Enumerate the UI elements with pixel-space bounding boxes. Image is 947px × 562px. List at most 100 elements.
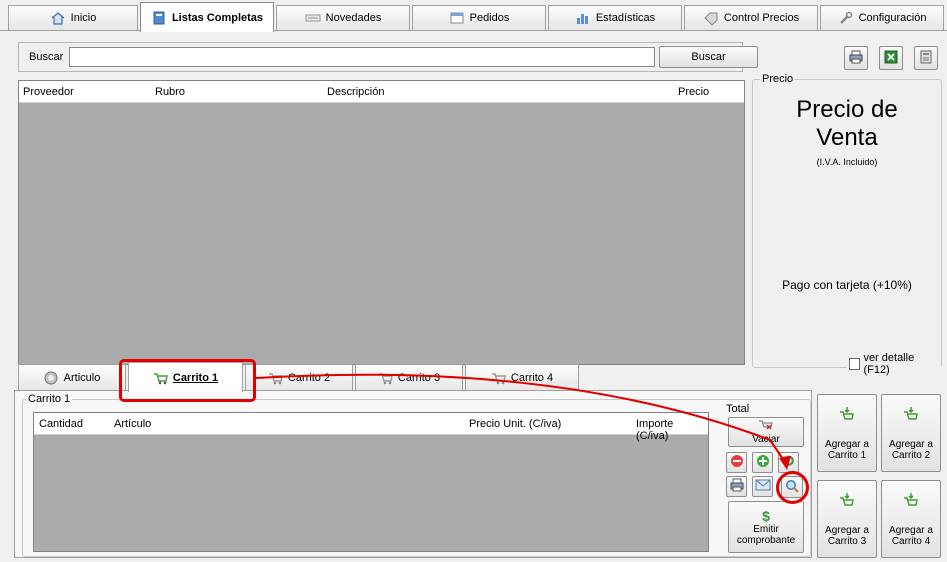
search-bar: Buscar Buscar (18, 42, 758, 72)
price-title: Precio de Venta (753, 96, 941, 152)
home-icon (50, 11, 66, 25)
column-header-descripcion[interactable]: Descripción (327, 86, 384, 98)
add-to-cart-2-button[interactable]: Agregar a Carrito 2 (881, 394, 941, 472)
tab-label: Carrito 2 (287, 372, 331, 384)
add-to-cart-icon (903, 406, 919, 427)
tab-label: Listas Completas (171, 11, 264, 24)
search-label: Buscar (29, 51, 64, 63)
tab-carrito-2[interactable]: Carrito 2 (245, 364, 353, 391)
column-header-precio-unit[interactable]: Precio Unit. (C/iva) (469, 418, 561, 430)
tab-articulo[interactable]: Articulo (18, 364, 126, 391)
add-item-button[interactable] (752, 452, 773, 473)
email-cart-button[interactable] (752, 476, 773, 497)
tag-icon (703, 11, 719, 26)
add-to-cart-2-line1: Agregar a (889, 438, 933, 450)
empty-cart-icon (758, 419, 774, 434)
add-to-cart-4-line1: Agregar a (889, 524, 933, 536)
column-header-precio[interactable]: Precio (678, 86, 709, 98)
column-header-articulo[interactable]: Artículo (114, 418, 151, 430)
tab-label: Inicio (70, 12, 97, 24)
print-cart-button[interactable] (726, 476, 747, 497)
tab-carrito-4[interactable]: Carrito 4 (465, 364, 579, 391)
emit-voucher-button[interactable]: $ Emitir comprobante (728, 501, 804, 553)
column-header-proveedor[interactable]: Proveedor (23, 86, 74, 98)
product-grid[interactable]: Proveedor Rubro Descripción Precio (18, 80, 745, 365)
add-to-cart-icon (903, 492, 919, 513)
emit-voucher-label-line1: Emitir (753, 524, 779, 535)
document-icon (449, 11, 465, 25)
tab-estadisticas[interactable]: Estadísticas (548, 5, 682, 30)
highlight-carrito-1-tab (119, 359, 256, 402)
add-to-cart-1-line1: Agregar a (825, 438, 869, 450)
tab-label: Configuración (858, 12, 927, 24)
book-icon (151, 11, 167, 25)
column-header-importe[interactable]: Importe (C/iva) (636, 418, 708, 442)
detail-toggle[interactable]: ver detalle (F12) (847, 352, 941, 376)
cart-icon (491, 371, 507, 385)
price-group-label: Precio (760, 73, 796, 85)
add-to-cart-3-line1: Agregar a (825, 524, 869, 536)
tab-inicio[interactable]: Inicio (8, 5, 138, 30)
cart-grid[interactable]: Cantidad Artículo Precio Unit. (C/iva) I… (33, 412, 709, 552)
column-header-cantidad[interactable]: Cantidad (39, 418, 83, 430)
cart-grid-header: Cantidad Artículo Precio Unit. (C/iva) I… (34, 413, 708, 442)
price-group: Precio Precio de Venta (I.V.A. Incluido)… (752, 73, 942, 376)
excel-icon (883, 50, 899, 67)
detail-checkbox-label: ver detalle (F12) (863, 352, 915, 376)
cart-group-label: Carrito 1 (26, 393, 73, 405)
add-to-cart-4-line2: Carrito 4 (891, 535, 931, 547)
tab-label: Pedidos (469, 12, 510, 24)
remove-item-button[interactable] (726, 452, 747, 473)
card-note: Pago con tarjeta (+10%) (782, 278, 912, 292)
add-icon (756, 454, 770, 471)
add-to-cart-3-line2: Carrito 3 (827, 535, 867, 547)
search-button[interactable]: Buscar (659, 46, 758, 68)
export-excel-button[interactable] (879, 46, 903, 70)
column-header-rubro[interactable]: Rubro (155, 86, 185, 98)
tab-control-precios[interactable]: Control Precios (684, 5, 818, 30)
add-to-cart-1-line2: Carrito 1 (827, 449, 867, 461)
detail-checkbox[interactable] (849, 358, 861, 370)
search-button-label: Buscar (691, 50, 726, 63)
tab-pedidos[interactable]: Pedidos (412, 5, 546, 30)
print-button[interactable] (844, 46, 868, 70)
empty-cart-label: Vaciar (752, 434, 780, 445)
total-label: Total (726, 403, 750, 415)
news-icon (305, 11, 321, 25)
add-to-cart-1-button[interactable]: Agregar a Carrito 1 (817, 394, 877, 472)
bar-chart-icon (575, 11, 591, 25)
printer-icon (848, 50, 864, 67)
empty-cart-button[interactable]: Vaciar (728, 417, 804, 447)
remove-icon (730, 454, 744, 471)
dollar-icon: $ (762, 508, 770, 524)
search-input[interactable] (69, 47, 655, 67)
add-to-cart-3-button[interactable]: Agregar a Carrito 3 (817, 480, 877, 558)
refresh-button[interactable] (778, 452, 799, 473)
cart-icon (268, 371, 284, 385)
tab-label: Carrito 4 (510, 372, 554, 384)
refresh-icon (782, 454, 796, 471)
price-title-line1: Precio de (796, 96, 898, 123)
vat-note: (I.V.A. Incluido) (816, 157, 878, 167)
emit-voucher-label-line2: comprobante (736, 535, 796, 546)
tab-configuracion[interactable]: Configuración (820, 5, 944, 30)
tab-carrito-3[interactable]: Carrito 3 (355, 364, 463, 391)
tab-novedades[interactable]: Novedades (276, 5, 410, 30)
price-title-line2: Venta (816, 124, 878, 151)
tab-label: Carrito 3 (397, 372, 441, 384)
info-icon (44, 371, 60, 385)
product-grid-header: Proveedor Rubro Descripción Precio (19, 81, 744, 103)
add-to-cart-4-button[interactable]: Agregar a Carrito 4 (881, 480, 941, 558)
calculator-button[interactable] (914, 46, 938, 70)
tab-label: Novedades (325, 12, 382, 24)
tab-label: Estadísticas (595, 12, 656, 24)
tab-label: Control Precios (723, 12, 800, 24)
wrench-icon (838, 11, 854, 25)
add-to-cart-icon (839, 406, 855, 427)
calculator-icon (918, 50, 934, 67)
tab-label: Articulo (63, 372, 101, 384)
add-to-cart-2-line2: Carrito 2 (891, 449, 931, 461)
tab-listas-completas[interactable]: Listas Completas (140, 2, 274, 32)
email-icon (755, 479, 771, 494)
printer-icon (729, 478, 745, 495)
